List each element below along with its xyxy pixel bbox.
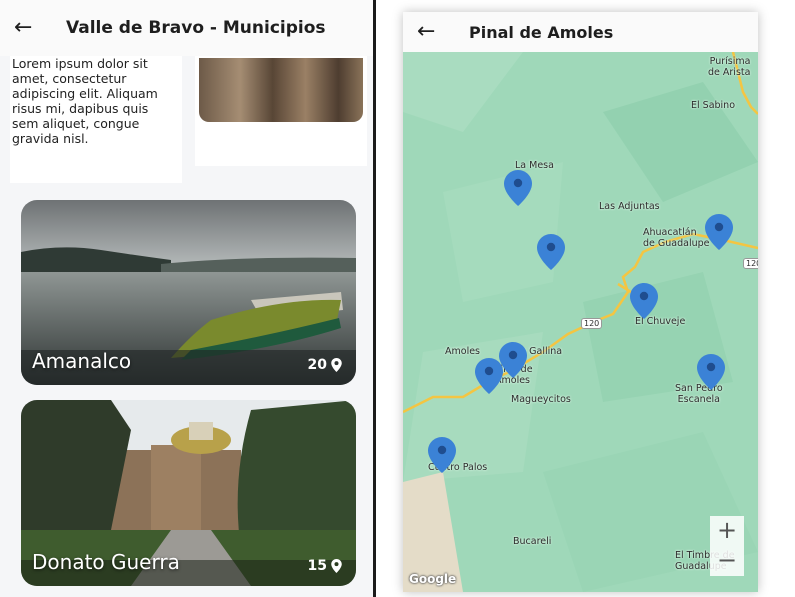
back-arrow-icon[interactable]: ← [417,21,447,43]
route-shield: 120 [581,318,603,329]
google-logo: Google [409,572,457,586]
map-view[interactable]: Purísima de Arista El Sabino La Mesa Las… [403,52,758,592]
location-pin-icon [331,358,342,372]
map-label-purisima: Purísima de Arista [708,56,751,78]
place-name: Amanalco [32,349,132,373]
map-marker-icon[interactable] [499,342,527,378]
map-label-ahuacatlan: Ahuacatlán de Guadalupe [643,227,710,249]
map-marker-icon[interactable] [428,437,456,473]
map-label-magueycitos: Magueycitos [511,394,571,405]
app-bar: ← Pinal de Amoles [403,12,758,52]
map-label-el-sabino: El Sabino [691,100,736,111]
map-marker-icon[interactable] [537,234,565,270]
map-label-bucareli: Bucareli [513,536,552,547]
map-screen: ← Pinal de Amoles Purísima de Arista El … [403,12,758,592]
count-value: 20 [307,357,327,373]
map-marker-icon[interactable] [705,214,733,250]
rock-photo [199,58,363,122]
zoom-out-button[interactable]: − [710,546,744,576]
back-arrow-icon[interactable]: ← [14,17,44,39]
location-pin-icon [331,559,342,573]
page-title: Pinal de Amoles [469,22,614,42]
municipios-screen: Lorem ipsum dolor sit amet, consectetur … [0,0,373,597]
page-title: Valle de Bravo - Municipios [66,18,326,38]
place-name: Donato Guerra [32,550,180,574]
route-shield: 120 [743,258,758,269]
intro-text: Lorem ipsum dolor sit amet, consectetur … [12,56,158,146]
screen-divider [373,0,376,597]
map-label-amoles: Amoles [445,346,480,357]
zoom-in-button[interactable]: + [710,516,744,546]
place-card-amanalco[interactable]: Amanalco 20 [21,200,356,385]
map-marker-icon[interactable] [630,283,658,319]
place-count: 15 [308,558,342,574]
map-label-las-adjuntas: Las Adjuntas [599,201,660,212]
map-marker-icon[interactable] [697,354,725,390]
map-marker-icon[interactable] [504,170,532,206]
place-card-donato-guerra[interactable]: Donato Guerra 15 [21,400,356,586]
map-marker-icon[interactable] [475,358,503,394]
app-bar: ← Valle de Bravo - Municipios [0,0,373,56]
count-value: 15 [307,558,327,574]
place-count: 20 [308,357,342,373]
